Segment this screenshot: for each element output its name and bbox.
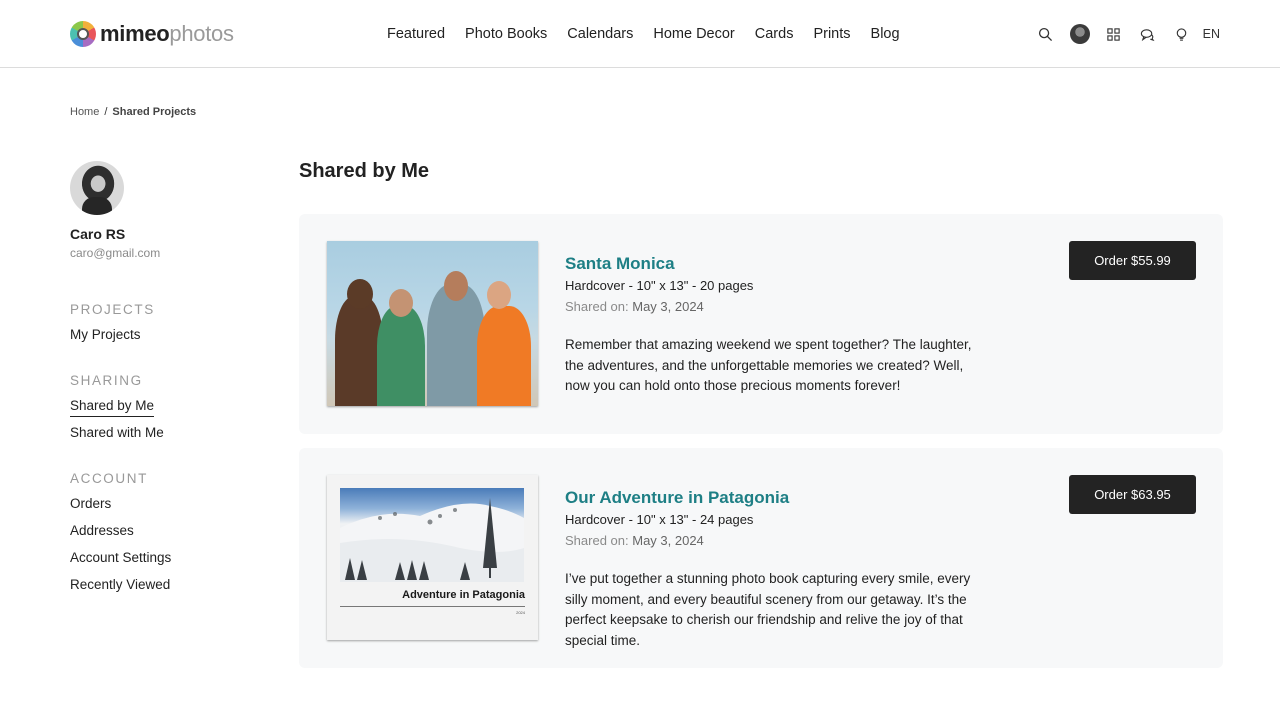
sidebar-heading: PROJECTS [70, 302, 155, 317]
breadcrumb-separator: / [104, 106, 108, 118]
lightbulb-icon[interactable] [1165, 22, 1199, 46]
nav-prints[interactable]: Prints [803, 24, 860, 44]
sidebar-item-orders[interactable]: Orders [70, 494, 171, 514]
page-title: Shared by Me [299, 160, 430, 182]
sidebar-section-projects: PROJECTS My Projects [70, 302, 155, 352]
profile-avatar [70, 161, 124, 215]
cover-title: Adventure in Patagonia [402, 589, 525, 601]
cover-year: 2024 [516, 610, 525, 615]
logo-text-light: photos [169, 21, 234, 46]
sidebar-item-addresses[interactable]: Addresses [70, 521, 171, 541]
sidebar-section-account: ACCOUNT Orders Addresses Account Setting… [70, 471, 171, 602]
profile-name: Caro RS [70, 226, 126, 242]
breadcrumb-home[interactable]: Home [70, 106, 99, 118]
sidebar-item-my-projects[interactable]: My Projects [70, 325, 155, 345]
nav-cards[interactable]: Cards [745, 24, 804, 44]
main-nav: Featured Photo Books Calendars Home Deco… [377, 24, 910, 44]
logo-mark-icon [70, 21, 96, 47]
project-shared-date: Shared on: May 3, 2024 [565, 299, 704, 314]
grid-icon[interactable] [1097, 22, 1131, 46]
group-photo-image [327, 241, 538, 406]
project-card: Santa Monica Hardcover - 10" x 13" - 20 … [299, 214, 1223, 434]
breadcrumb: Home / Shared Projects [70, 106, 196, 118]
sidebar-section-sharing: SHARING Shared by Me Shared with Me [70, 373, 164, 450]
shared-date-value: May 3, 2024 [632, 533, 704, 548]
chat-icon[interactable] [1131, 22, 1165, 46]
project-description: I’ve put together a stunning photo book … [565, 571, 971, 648]
nav-blog[interactable]: Blog [861, 24, 910, 44]
cover-divider [340, 606, 525, 607]
logo-text-bold: mimeo [100, 21, 170, 46]
sidebar-item-shared-with-me[interactable]: Shared with Me [70, 423, 164, 443]
sidebar-heading: SHARING [70, 373, 143, 388]
project-shared-date: Shared on: May 3, 2024 [565, 533, 704, 548]
project-thumbnail[interactable]: Adventure in Patagonia 2024 [327, 475, 538, 640]
nav-calendars[interactable]: Calendars [557, 24, 643, 44]
sidebar-item-recently-viewed[interactable]: Recently Viewed [70, 575, 171, 595]
nav-photo-books[interactable]: Photo Books [455, 24, 557, 44]
project-spec: Hardcover - 10" x 13" - 24 pages [565, 512, 754, 527]
site-header: mimeo photos Featured Photo Books Calend… [0, 0, 1280, 68]
shared-label: Shared on: [565, 533, 629, 548]
sidebar-heading: ACCOUNT [70, 471, 148, 486]
breadcrumb-current: Shared Projects [112, 106, 197, 118]
shared-date-value: May 3, 2024 [632, 299, 704, 314]
account-button[interactable] [1063, 22, 1097, 46]
project-card: Adventure in Patagonia 2024 Our Adventur… [299, 448, 1223, 668]
order-button[interactable]: Order $63.95 [1069, 475, 1196, 514]
project-title[interactable]: Santa Monica [565, 254, 675, 274]
snowy-mountain-image [340, 488, 524, 582]
project-description: Remember that amazing weekend we spent t… [565, 337, 972, 393]
nav-home-decor[interactable]: Home Decor [643, 24, 744, 44]
order-button[interactable]: Order $55.99 [1069, 241, 1196, 280]
nav-featured[interactable]: Featured [377, 24, 455, 44]
header-icons: EN [1029, 22, 1220, 46]
project-thumbnail[interactable] [327, 241, 538, 406]
sidebar-item-account-settings[interactable]: Account Settings [70, 548, 171, 568]
language-selector[interactable]: EN [1203, 27, 1220, 41]
profile-email: caro@gmail.com [70, 246, 161, 260]
sidebar-item-shared-by-me[interactable]: Shared by Me [70, 396, 155, 417]
book-cover-image: Adventure in Patagonia 2024 [327, 475, 538, 640]
user-avatar-icon [1069, 24, 1090, 44]
search-icon[interactable] [1029, 22, 1063, 46]
project-title[interactable]: Our Adventure in Patagonia [565, 488, 789, 508]
shared-label: Shared on: [565, 299, 629, 314]
project-spec: Hardcover - 10" x 13" - 20 pages [565, 278, 754, 293]
logo[interactable]: mimeo photos [70, 20, 234, 48]
